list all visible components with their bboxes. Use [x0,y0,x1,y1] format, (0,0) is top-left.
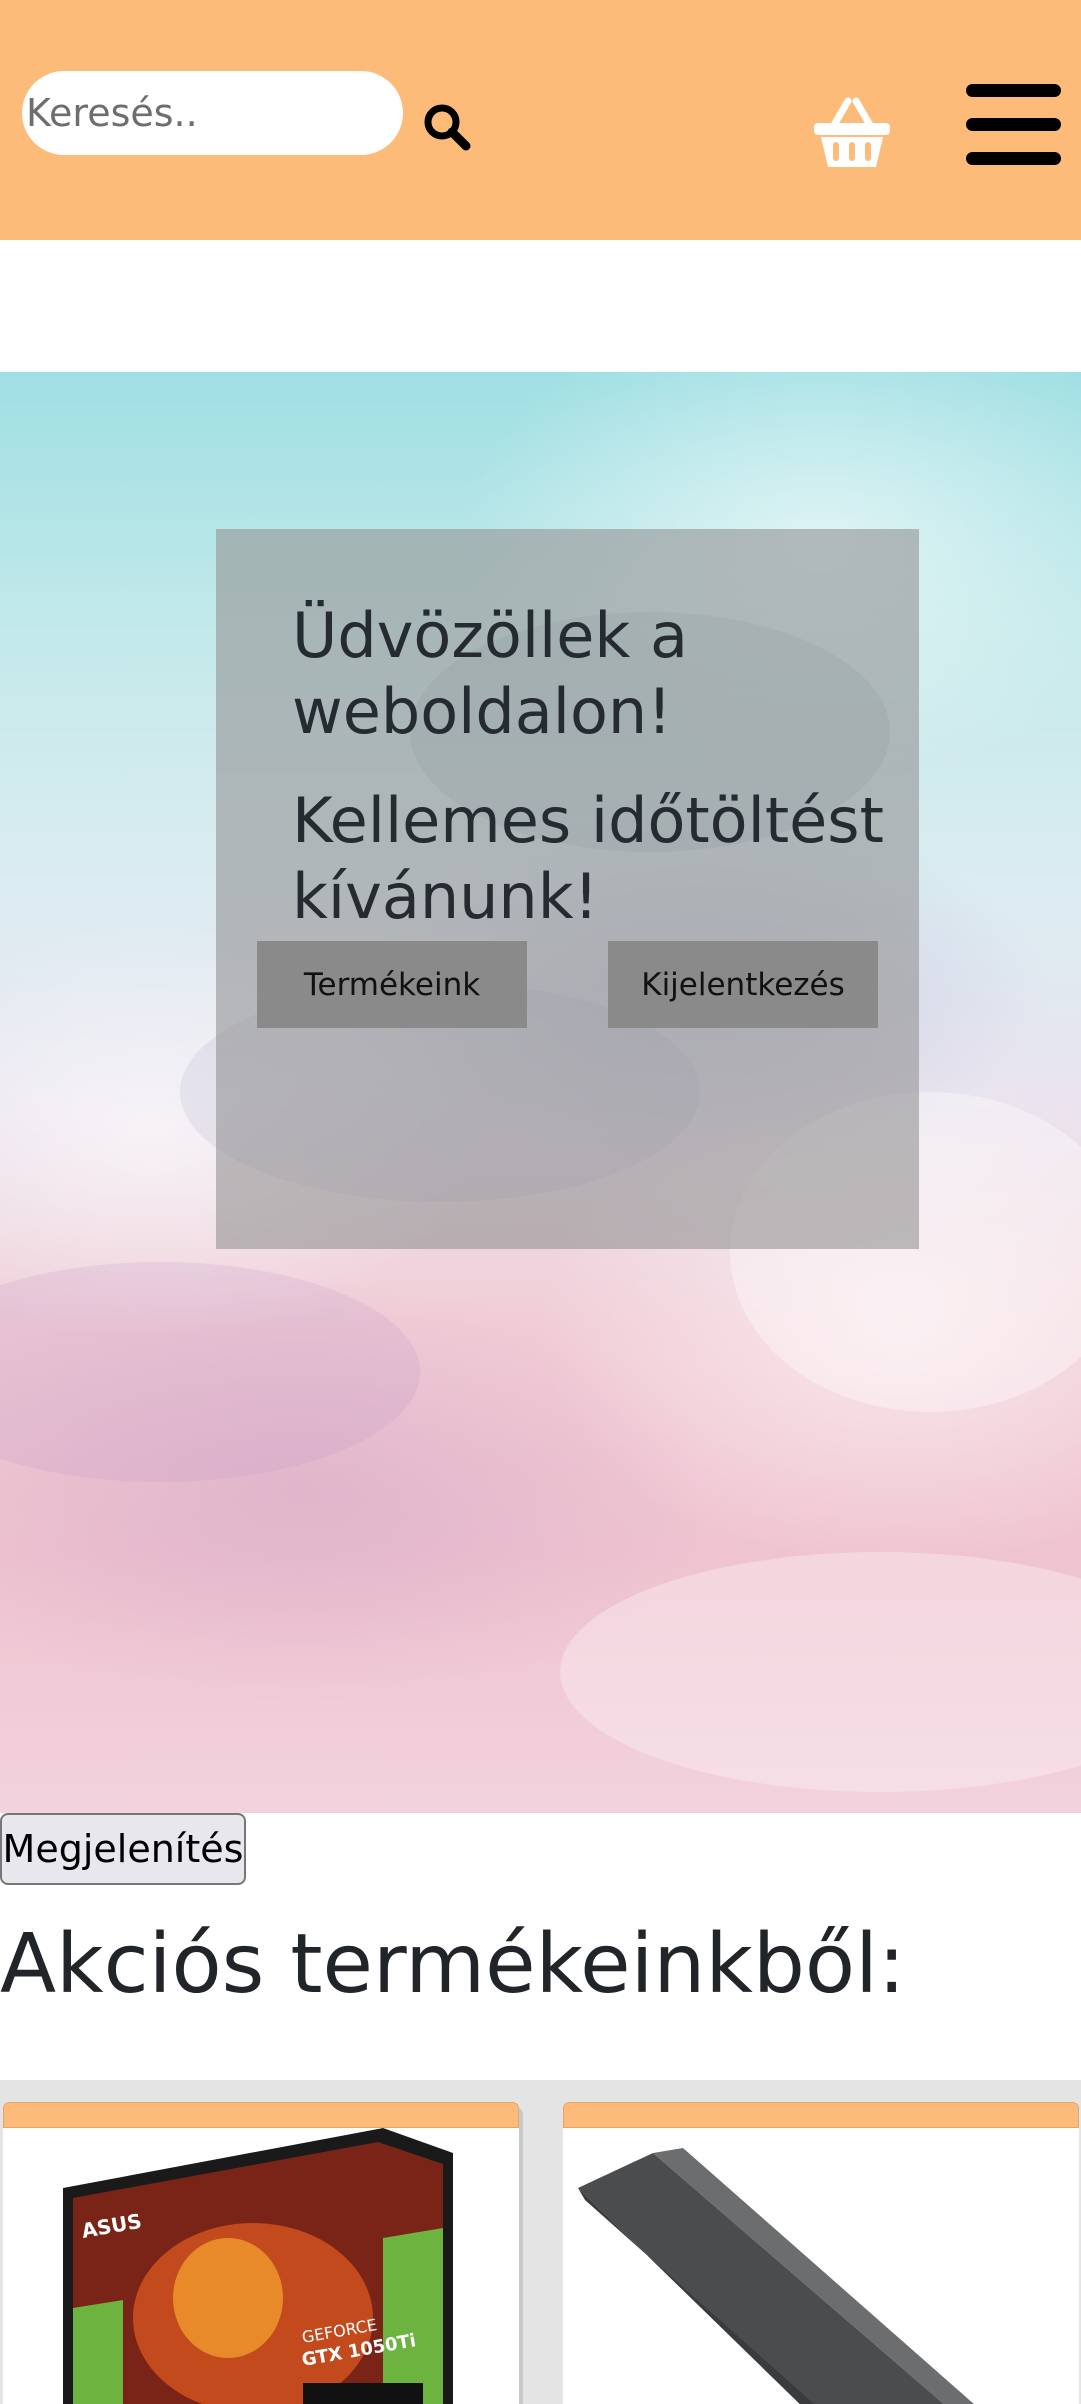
card-header-strip [563,2102,1079,2128]
card-header-strip [3,2102,519,2128]
product-image-gpu-box: ASUS GEFORCE GTX 1050Ti [63,2128,453,2404]
search-box [22,71,403,155]
welcome-subtitle: Kellemes időtöltést kívánunk! [292,784,884,933]
sale-products-list: ASUS GEFORCE GTX 1050Ti [0,2080,1081,2404]
basket-icon [814,97,890,167]
cart-button[interactable] [812,95,892,170]
menu-button[interactable] [966,84,1061,166]
search-button[interactable] [420,100,476,156]
search-input[interactable] [22,71,403,155]
product-card[interactable] [563,2102,1079,2404]
display-button[interactable]: Megjelenítés [0,1813,246,1885]
sale-products-heading: Akciós termékeinkből: [0,1917,906,2012]
logout-button[interactable]: Kijelentkezés [608,941,878,1028]
products-button[interactable]: Termékeink [257,941,527,1028]
welcome-title: Üdvözöllek a weboldalon! [292,599,689,748]
search-icon [424,104,471,151]
top-navbar [0,0,1081,240]
product-card[interactable]: ASUS GEFORCE GTX 1050Ti [3,2102,519,2404]
product-image-battery [578,2148,974,2404]
